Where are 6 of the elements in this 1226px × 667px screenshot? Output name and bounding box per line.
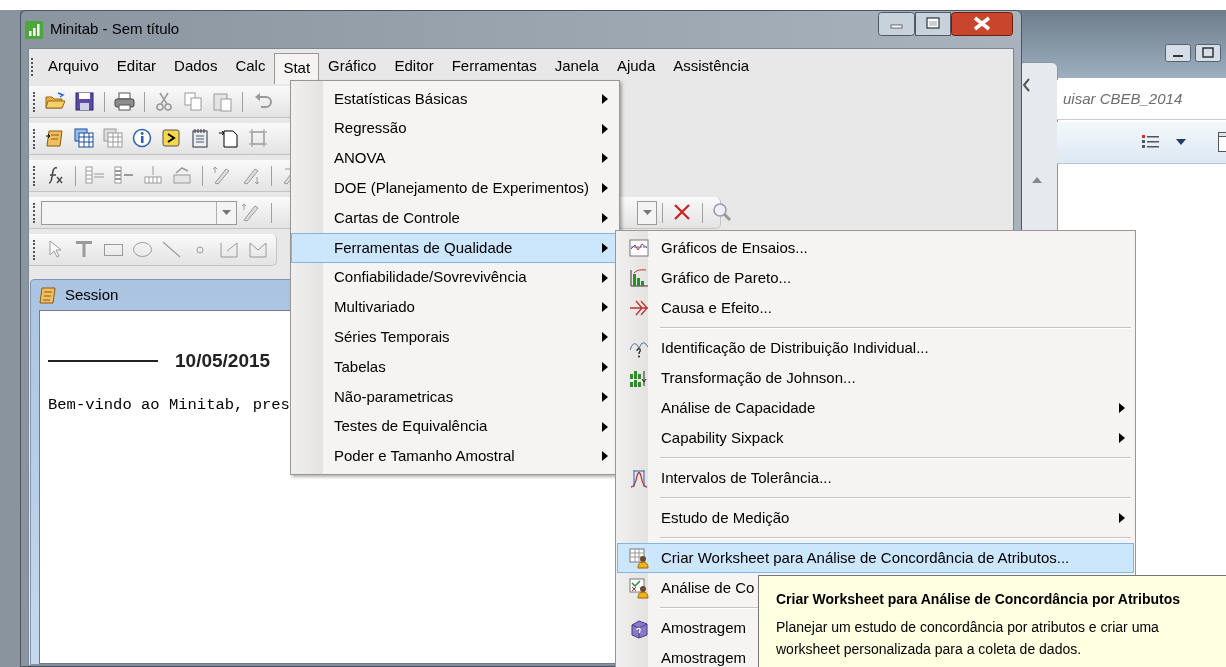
date-heading: 10/05/2015 <box>175 349 271 373</box>
tooltip-text: Planejar um estudo de concordância por atributos e criar uma worksheet personalizada para a coleta de dados. <box>776 618 1160 659</box>
welcome-text: Bem-vindo ao Minitab, pres <box>48 394 290 416</box>
window-title: Minitab - Sem título <box>50 19 180 40</box>
tooltip-title: Criar Worksheet para Análise de Concordância por Atributos <box>776 590 1182 609</box>
session-title: Session <box>65 284 119 305</box>
